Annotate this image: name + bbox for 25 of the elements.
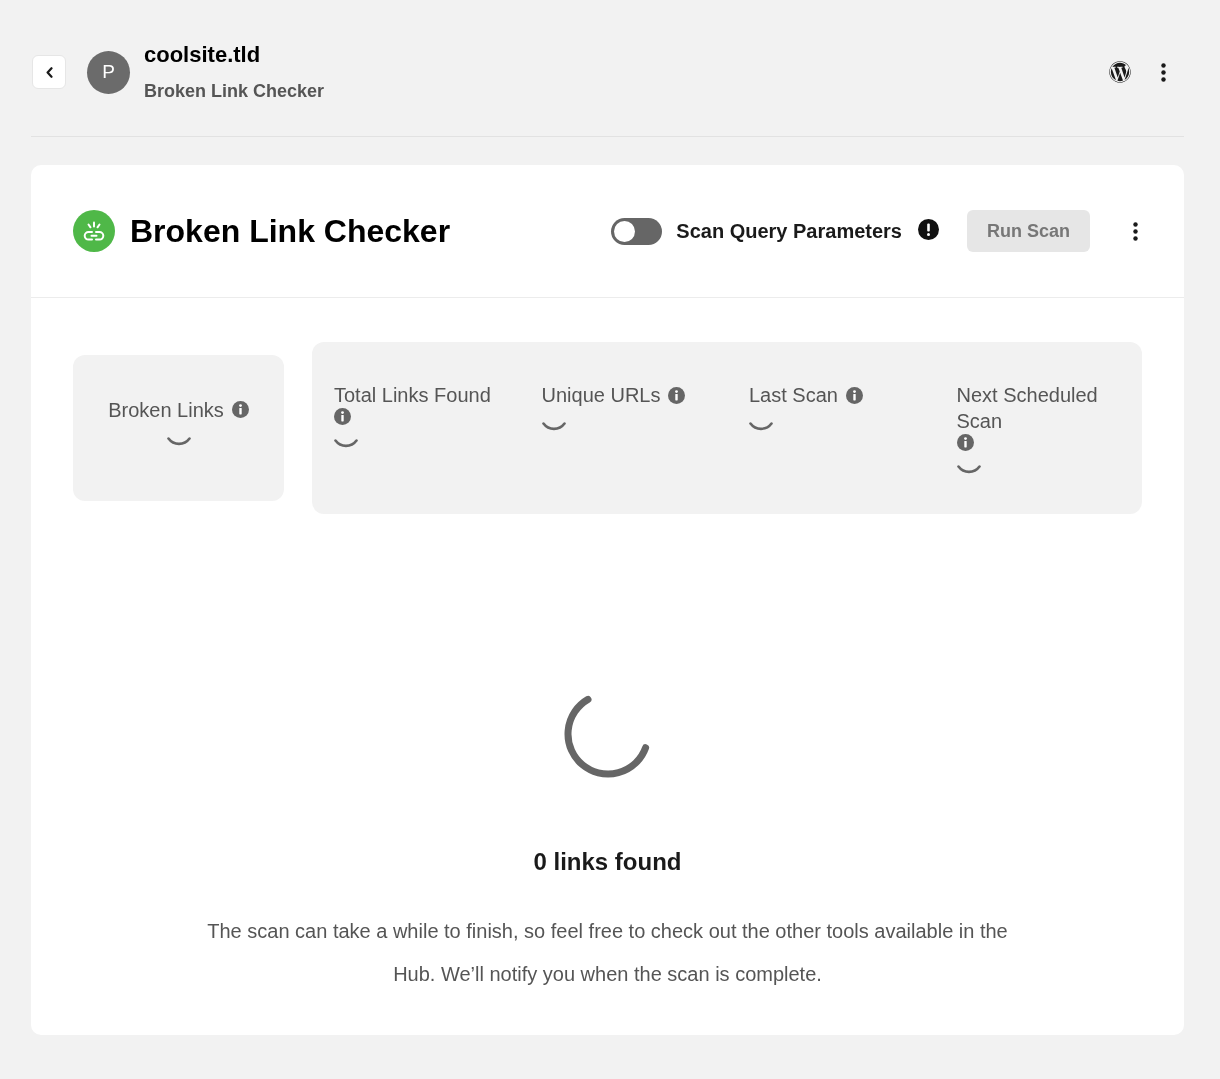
info-icon[interactable] bbox=[668, 386, 686, 404]
info-icon[interactable] bbox=[845, 386, 863, 404]
info-icon[interactable] bbox=[956, 434, 974, 451]
page-subtitle: Broken Link Checker bbox=[144, 80, 325, 103]
stat-label: Unique URLs bbox=[541, 383, 661, 408]
scan-message: The scan can take a while to finish, so feel free to check out the other tools available in the Hub. We’ll notify you when the scan is complete. bbox=[206, 919, 1009, 987]
tool-title: Broken Link Checker bbox=[130, 212, 451, 250]
stat-label: Total Links Found bbox=[334, 383, 491, 408]
back-button[interactable] bbox=[32, 55, 66, 89]
site-avatar: P bbox=[87, 50, 130, 94]
scan-status: 0 links found bbox=[533, 847, 682, 877]
site-name: coolsite.tld bbox=[144, 41, 261, 69]
stat-label: Broken Links bbox=[108, 397, 224, 423]
broken-link-logo-icon bbox=[73, 210, 115, 252]
toggle-label: Scan Query Parameters bbox=[676, 219, 902, 243]
scan-query-toggle[interactable] bbox=[611, 217, 663, 245]
more-options-icon[interactable] bbox=[1161, 62, 1166, 82]
exclamation-icon[interactable] bbox=[918, 218, 939, 240]
info-icon[interactable] bbox=[334, 408, 351, 425]
chevron-left-icon bbox=[45, 66, 53, 78]
wordpress-logo-icon[interactable] bbox=[1109, 61, 1131, 83]
info-icon[interactable] bbox=[231, 401, 249, 418]
more-options-icon[interactable] bbox=[1133, 221, 1138, 241]
stat-label: Last Scan bbox=[749, 383, 838, 408]
stat-label: Next Scheduled Scan bbox=[956, 383, 1099, 434]
